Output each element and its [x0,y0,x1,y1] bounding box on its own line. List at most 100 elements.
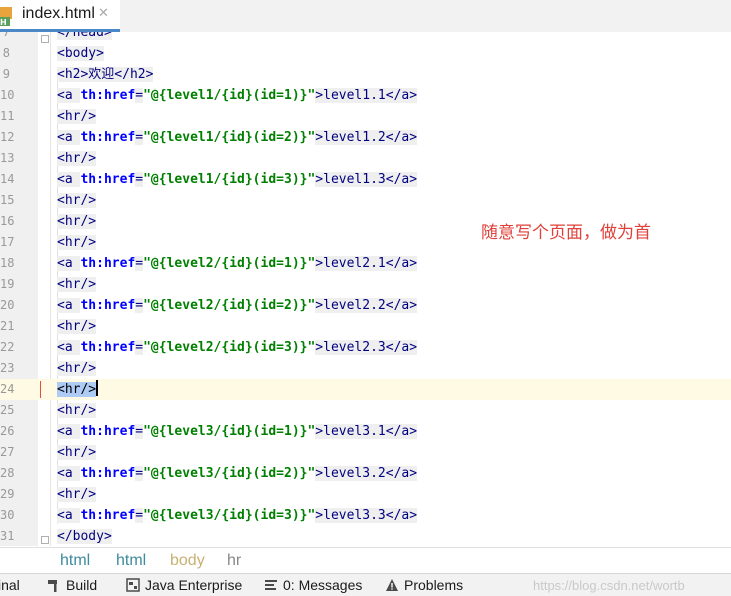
java-enterprise-tool-button[interactable]: Java Enterprise [126,577,242,593]
code-line[interactable]: 27 <hr/> [0,442,731,463]
tag-token: <hr/> [57,151,97,166]
code-line[interactable]: 24 <hr/> [0,379,731,400]
tag-token: </head> [57,32,112,40]
line-number: 15 [0,193,15,207]
code-line[interactable]: 9 <h2>欢迎</h2> [0,64,731,85]
breadcrumb: html html body hr [0,547,731,574]
equals-token: = [135,340,144,355]
breadcrumb-item-body[interactable]: body [170,552,205,570]
equals-token: = [135,508,144,523]
close-tab-icon[interactable]: ✕ [98,6,109,21]
tag-open-token: <a [57,130,81,145]
code-line[interactable]: 14 <a th:href="@{level1/{id}(id=3)}">leve… [0,169,731,190]
tag-token: <hr/> [57,487,97,502]
change-marker [40,381,41,398]
tag-token: </body> [57,529,112,544]
messages-label: 0: Messages [283,577,363,593]
code-text: <h2>欢迎</h2> [57,64,154,85]
build-tool-button[interactable]: Build [47,577,97,593]
string-token: "@{level2/{id}(id=3)}" [143,340,316,355]
attribute-token: th:href [80,424,136,439]
html-file-icon-letter: H [0,18,7,27]
tag-open-token: <a [57,340,81,355]
equals-token: = [135,172,144,187]
code-text: <hr/> [57,106,97,127]
code-line[interactable]: 11 <hr/> [0,106,731,127]
code-line[interactable]: 21 <hr/> [0,316,731,337]
string-token: "@{level3/{id}(id=1)}" [143,424,316,439]
code-line[interactable]: 8 <body> [0,43,731,64]
tag-open-token: <a [57,172,81,187]
messages-icon [265,580,277,590]
tab-index-html[interactable]: H index.html ✕ [0,0,120,32]
code-line[interactable]: 30 <a th:href="@{level3/{id}(id=3)}">leve… [0,505,731,526]
code-line[interactable]: 18 <a th:href="@{level2/{id}(id=1)}">leve… [0,253,731,274]
code-line[interactable]: 19 <hr/> [0,274,731,295]
tag-token: <h2>欢迎</h2> [57,67,154,82]
line-number: 7 [2,32,10,39]
code-line[interactable]: 29 <hr/> [0,484,731,505]
breadcrumb-item-html[interactable]: html [116,552,146,570]
code-editor[interactable]: 7 </head> 8 <body> 9 <h2>欢迎</h2> 10 <a th:href=… [0,32,731,546]
code-text: <hr/> [57,400,97,421]
html-file-icon: H [0,7,12,27]
tag-open-token: <a [57,88,81,103]
string-token: "@{level2/{id}(id=1)}" [143,256,316,271]
code-text: <a th:href="@{level3/{id}(id=1)}">level3… [57,421,418,442]
line-number: 25 [0,403,15,417]
tag-token: <body> [57,46,104,61]
tag-token: <hr/> [57,445,97,460]
code-text: <a th:href="@{level1/{id}(id=2)}">level1… [57,127,418,148]
attribute-token: th:href [80,130,136,145]
attribute-token: th:href [80,340,136,355]
code-line[interactable]: 26 <a th:href="@{level3/{id}(id=1)}">leve… [0,421,731,442]
line-number: 17 [0,235,15,249]
bottom-tool-window-bar: inal Build Java Enterprise 0: Messages P… [0,573,731,596]
code-line[interactable]: 25 <hr/> [0,400,731,421]
line-number: 13 [0,151,15,165]
code-line[interactable]: 12 <a th:href="@{level1/{id}(id=2)}">leve… [0,127,731,148]
line-number: 27 [0,445,15,459]
code-text: <a th:href="@{level2/{id}(id=3)}">level2… [57,337,418,358]
line-number: 14 [0,172,15,186]
code-text: <a th:href="@{level3/{id}(id=3)}">level3… [57,505,418,526]
text-caret [96,380,99,396]
code-text: <body> [57,43,104,64]
tag-close-token: >level2.2</a> [315,298,418,313]
tag-open-token: <a [57,256,81,271]
tag-close-token: >level3.3</a> [315,508,418,523]
line-number: 30 [0,508,15,522]
tab-title: index.html [22,5,95,22]
code-text: <a th:href="@{level1/{id}(id=1)}">level1… [57,85,418,106]
code-line[interactable]: 10 <a th:href="@{level1/{id}(id=1)}">leve… [0,85,731,106]
code-line[interactable]: 13 <hr/> [0,148,731,169]
line-number: 26 [0,424,15,438]
code-line[interactable]: 22 <a th:href="@{level2/{id}(id=3)}">leve… [0,337,731,358]
line-number: 20 [0,298,15,312]
code-line[interactable]: 23 <hr/> [0,358,731,379]
warning-icon [386,579,398,591]
tag-close-token: >level2.1</a> [315,256,418,271]
breadcrumb-item-html[interactable]: html [60,552,90,570]
code-line[interactable]: 28 <a th:href="@{level3/{id}(id=2)}">leve… [0,463,731,484]
code-text: <hr/> [57,316,97,337]
problems-tool-button[interactable]: Problems [385,577,463,593]
problems-label: Problems [404,577,464,593]
attribute-token: th:href [80,172,136,187]
code-line[interactable]: 31 </body> [0,526,731,546]
code-line[interactable]: 15 <hr/> [0,190,731,211]
code-line[interactable]: 20 <a th:href="@{level2/{id}(id=2)}">leve… [0,295,731,316]
breadcrumb-item-hr[interactable]: hr [227,552,241,570]
code-text: <hr/> [57,148,97,169]
tag-open-token: <a [57,508,81,523]
messages-tool-button[interactable]: 0: Messages [264,577,362,593]
code-line[interactable]: 7 </head> [0,32,731,43]
string-token: "@{level1/{id}(id=1)}" [143,88,316,103]
attribute-token: th:href [80,256,136,271]
line-number: 16 [0,214,15,228]
line-number: 9 [2,67,10,81]
line-number: 19 [0,277,15,291]
line-number: 23 [0,361,15,375]
tag-token: <hr/> [57,193,97,208]
terminal-tool-button[interactable]: inal [0,577,20,593]
